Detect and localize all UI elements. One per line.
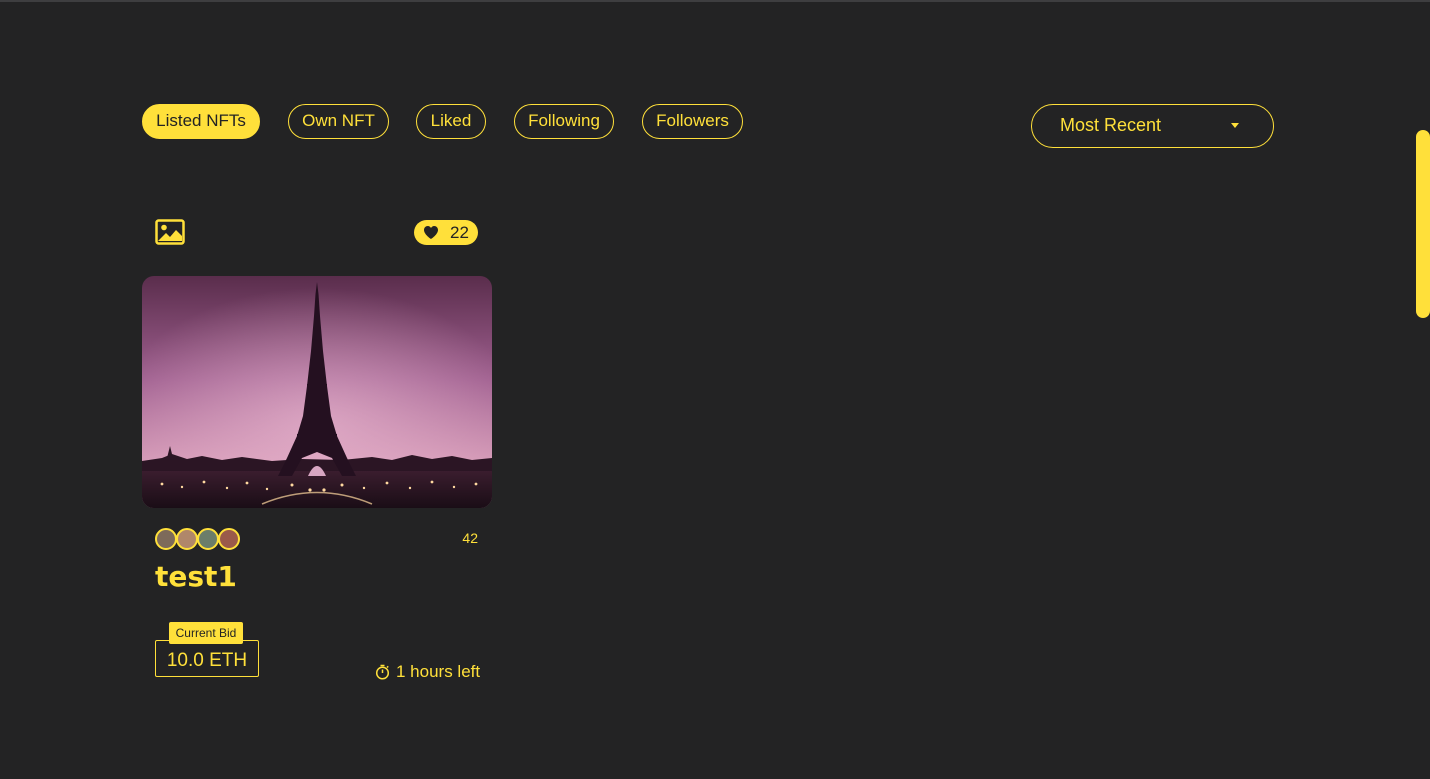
tab-own-nft[interactable]: Own NFT	[288, 104, 389, 139]
current-bid-label: Current Bid	[169, 622, 243, 644]
scrollbar-thumb[interactable]	[1416, 130, 1430, 318]
sort-dropdown-label: Most Recent	[1060, 115, 1162, 135]
tab-following[interactable]: Following	[514, 104, 614, 139]
sort-dropdown[interactable]: Most Recent	[1031, 104, 1274, 148]
owners-count: 42	[462, 530, 478, 546]
time-left-text: 1 hours left	[396, 662, 481, 681]
tab-followers[interactable]: Followers	[642, 104, 743, 139]
time-left: 1 hours left	[375, 662, 480, 682]
like-button[interactable]: 22	[414, 220, 478, 245]
avatar[interactable]	[176, 528, 198, 550]
stopwatch-icon	[375, 664, 390, 680]
avatar[interactable]	[197, 528, 219, 550]
avatar[interactable]	[218, 528, 240, 550]
nft-image[interactable]	[142, 276, 492, 508]
image-icon	[155, 219, 185, 245]
nft-title[interactable]: test1	[155, 560, 237, 593]
tab-liked[interactable]: Liked	[416, 104, 486, 139]
tab-listed-nfts[interactable]: Listed NFTs	[142, 104, 260, 139]
caret-down-icon	[1231, 123, 1239, 128]
heart-icon	[424, 226, 438, 239]
avatar[interactable]	[155, 528, 177, 550]
top-border	[0, 0, 1430, 2]
like-count: 22	[450, 223, 469, 242]
current-bid-value: 10.0 ETH	[155, 640, 259, 677]
